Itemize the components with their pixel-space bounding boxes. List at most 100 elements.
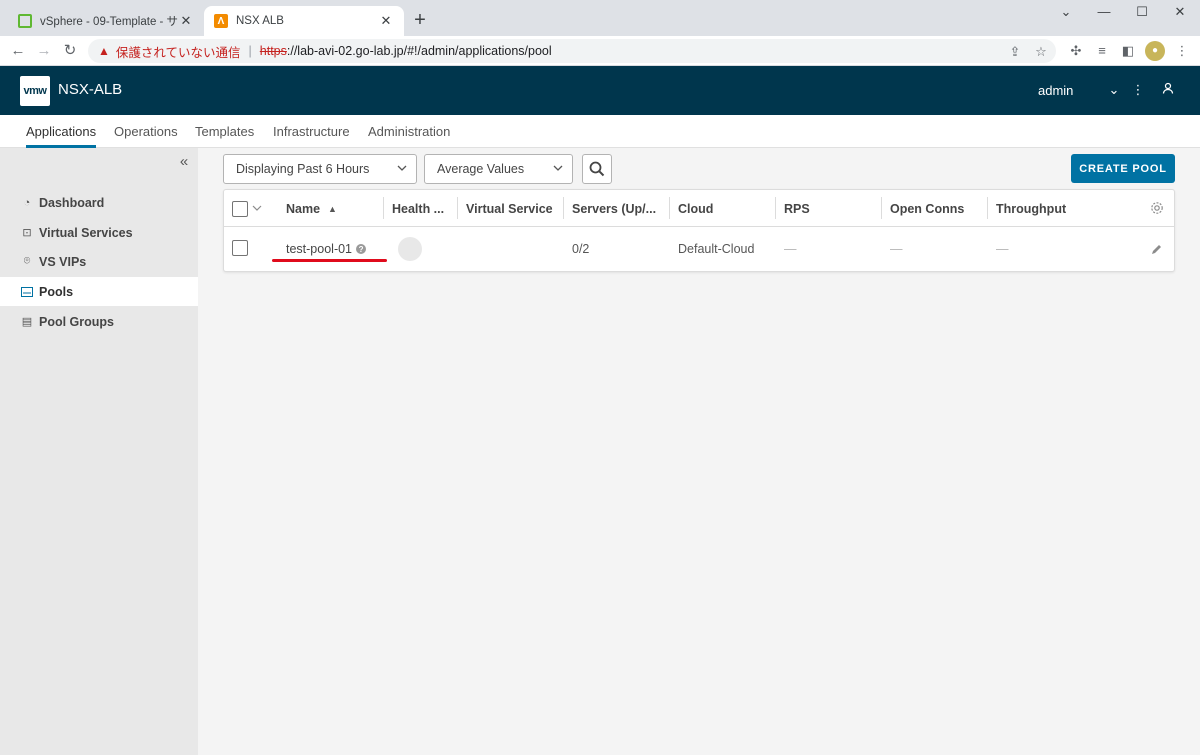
column-header-open-conns[interactable]: Open Conns — [882, 190, 986, 227]
close-tab-icon[interactable]: ✕ — [178, 13, 194, 29]
pool-name-cell[interactable]: test-pool-01 ? — [278, 227, 367, 271]
warning-icon: ▲ — [98, 44, 110, 58]
main-nav: Applications Operations Templates Infras… — [0, 115, 1200, 148]
address-separator: | — [248, 44, 252, 58]
share-icon[interactable]: ⇪ — [1006, 44, 1024, 60]
profile-avatar-icon[interactable]: ● — [1145, 41, 1165, 61]
health-score-indicator[interactable] — [398, 237, 422, 261]
security-status[interactable]: 保護されていない通信 — [116, 42, 241, 61]
main-content: Displaying Past 6 Hours Average Values C… — [198, 148, 1200, 755]
sidebar-item-label: VS VIPs — [39, 254, 87, 269]
column-label: Name — [286, 201, 321, 216]
tab-administration[interactable]: Administration — [368, 124, 450, 148]
rps-cell: — — [784, 242, 797, 256]
column-settings-gear-icon[interactable] — [1150, 201, 1164, 218]
row-checkbox[interactable] — [232, 240, 248, 256]
nsx-favicon-icon: Λ — [214, 14, 228, 28]
tab-operations[interactable]: Operations — [114, 124, 178, 148]
more-vertical-icon[interactable]: ⋮ — [1128, 80, 1148, 100]
pool-group-icon: ▤ — [21, 316, 33, 328]
pool-grid: Name ▲ Health ... Virtual Service Server… — [223, 189, 1175, 272]
health-cell — [384, 227, 392, 271]
collapse-sidebar-icon[interactable]: « — [176, 153, 192, 170]
time-range-value: Displaying Past 6 Hours — [236, 162, 370, 176]
help-circle-icon[interactable]: ? — [356, 244, 367, 254]
sidebar: « ◔ Dashboard ⊡ Virtual Services ⌾ VS VI… — [0, 148, 198, 755]
sort-ascending-icon[interactable]: ▲ — [328, 204, 337, 214]
virtual-service-icon: ⊡ — [22, 227, 32, 239]
tab-templates[interactable]: Templates — [195, 124, 254, 148]
sidebar-item-pool-groups[interactable]: ▤ Pool Groups — [0, 307, 198, 336]
close-tab-icon[interactable]: ✕ — [378, 13, 394, 29]
column-header-cloud[interactable]: Cloud — [670, 190, 774, 227]
browser-toolbar: ← → ↻ ▲ 保護されていない通信 | https ://lab-avi-02… — [0, 36, 1200, 66]
throughput-cell: — — [996, 242, 1009, 256]
tab-search-icon[interactable]: ⌄ — [1056, 4, 1076, 20]
sidebar-item-label: Virtual Services — [39, 225, 133, 240]
side-panel-icon[interactable]: ◧ — [1118, 41, 1138, 61]
sidebar-item-dashboard[interactable]: ◔ Dashboard — [0, 188, 198, 217]
user-icon[interactable] — [1158, 80, 1178, 100]
pool-name-link[interactable]: test-pool-01 — [286, 242, 352, 256]
browser-menu-icon[interactable]: ⋮ — [1172, 41, 1192, 61]
column-header-name[interactable]: Name ▲ — [278, 190, 382, 227]
new-tab-button[interactable]: + — [410, 9, 430, 31]
minimize-button[interactable]: — — [1094, 4, 1114, 19]
back-arrow-icon[interactable]: ← — [8, 41, 28, 61]
sidebar-item-label: Pool Groups — [39, 314, 114, 329]
reload-icon[interactable]: ↻ — [60, 41, 80, 61]
annotation-underline — [272, 259, 387, 262]
tab-applications[interactable]: Applications — [26, 124, 97, 148]
user-name[interactable]: admin — [1038, 83, 1073, 98]
bookmark-star-icon[interactable]: ☆ — [1032, 44, 1050, 60]
app-header: vmw NSX-ALB admin ⌄ ⋮ — [0, 66, 1200, 115]
cloud-cell: Default-Cloud — [678, 242, 755, 256]
column-header-rps[interactable]: RPS — [776, 190, 880, 227]
tab-title: NSX ALB — [236, 15, 284, 27]
dashboard-icon: ◔ — [23, 196, 31, 209]
chevron-down-icon[interactable]: ⌄ — [1104, 80, 1124, 100]
metric-mode-select[interactable]: Average Values — [424, 154, 573, 184]
virtual-service-cell — [458, 227, 466, 271]
column-header-servers[interactable]: Servers (Up/... — [564, 190, 668, 227]
browser-tab-nsx-alb[interactable]: Λ NSX ALB ✕ — [204, 6, 404, 36]
url-text: ://lab-avi-02.go-lab.jp/#!/admin/applica… — [286, 44, 552, 58]
select-menu-chevron-icon[interactable] — [251, 202, 263, 217]
search-icon — [589, 161, 605, 177]
grid-header: Name ▲ Health ... Virtual Service Server… — [224, 190, 1174, 227]
sidebar-item-pools[interactable]: Pools — [0, 277, 198, 306]
browser-tab-vsphere[interactable]: vSphere - 09-Template - サマリ ✕ — [8, 6, 204, 36]
browser-tabstrip: vSphere - 09-Template - サマリ ✕ Λ NSX ALB … — [0, 0, 1200, 36]
pool-icon — [21, 286, 33, 298]
column-header-throughput[interactable]: Throughput — [988, 190, 1092, 227]
tab-title: vSphere - 09-Template - サマリ — [40, 16, 178, 28]
create-pool-button[interactable]: CREATE POOL — [1071, 154, 1175, 183]
edit-pencil-icon[interactable] — [1150, 243, 1163, 259]
reading-list-icon[interactable]: ≡ — [1092, 41, 1112, 61]
metric-mode-value: Average Values — [437, 162, 525, 176]
sidebar-item-label: Dashboard — [39, 195, 105, 210]
product-name: NSX-ALB — [58, 81, 123, 98]
address-bar[interactable]: ▲ 保護されていない通信 | https ://lab-avi-02.go-la… — [88, 39, 1056, 63]
extensions-puzzle-icon[interactable]: ✣ — [1066, 41, 1086, 61]
url-scheme: https — [259, 44, 287, 58]
vsphere-favicon-icon — [18, 14, 32, 28]
sidebar-item-label: Pools — [39, 284, 74, 299]
chevron-down-icon — [552, 162, 564, 177]
vmware-logo[interactable]: vmw — [20, 76, 50, 106]
servers-cell: 0/2 — [572, 242, 590, 256]
open-conns-cell: — — [890, 242, 903, 256]
maximize-button[interactable]: ☐ — [1132, 4, 1152, 20]
chevron-down-icon — [396, 162, 408, 177]
select-all-checkbox[interactable] — [232, 201, 248, 217]
search-button[interactable] — [582, 154, 612, 184]
map-marker-icon: ⌾ — [23, 255, 31, 267]
forward-arrow-icon[interactable]: → — [34, 41, 54, 61]
time-range-select[interactable]: Displaying Past 6 Hours — [223, 154, 417, 184]
column-header-health[interactable]: Health ... — [384, 190, 456, 227]
sidebar-item-virtual-services[interactable]: ⊡ Virtual Services — [0, 218, 198, 247]
tab-infrastructure[interactable]: Infrastructure — [273, 124, 350, 148]
sidebar-item-vs-vips[interactable]: ⌾ VS VIPs — [0, 247, 198, 276]
window-close-button[interactable]: ✕ — [1170, 4, 1190, 20]
column-header-virtual-service[interactable]: Virtual Service — [458, 190, 562, 227]
